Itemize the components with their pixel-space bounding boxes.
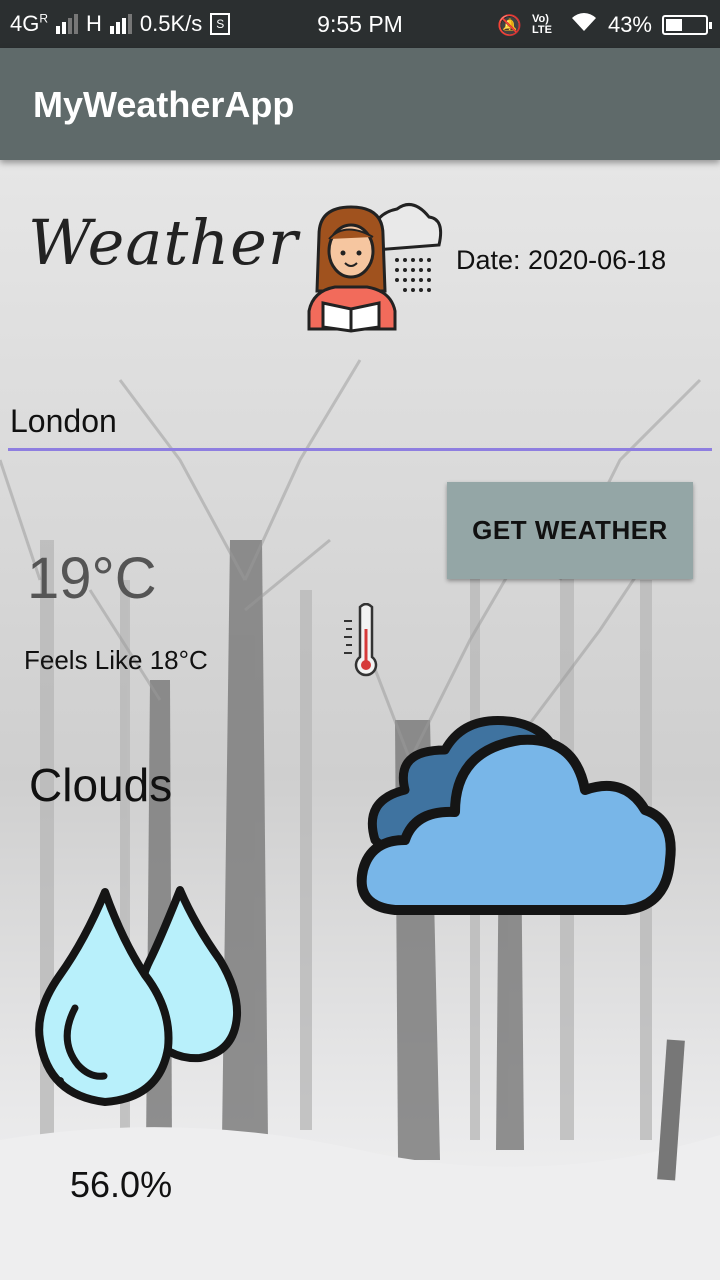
feels-like-label: Feels Like 18°C [24,645,208,675]
app-bar: MyWeatherApp [0,48,720,160]
app-title: MyWeatherApp [33,84,295,125]
battery-icon [662,15,712,35]
water-drops-icon [35,886,242,1106]
status-bar: 4GR H 0.5K/s S 9:55 PM 🔕 Vo) LTE 43% [0,0,720,48]
get-weather-button[interactable]: GET WEATHER [447,482,693,579]
wifi-icon [570,11,598,39]
city-input[interactable] [8,395,712,451]
volte-indicator: Vo) LTE [531,13,552,36]
humidity-value: 56.0% [70,1164,173,1205]
clock: 9:55 PM [317,11,403,37]
weather-heading: Weather [28,206,299,279]
clouds-icon [356,716,676,915]
battery-percent: 43% [607,12,652,37]
thermometer-icon [344,603,378,677]
mute-icon: 🔕 [497,14,522,37]
date-label: Date: 2020-06-18 [456,245,667,275]
girl-reading-rain-icon [307,203,443,333]
condition-label: Clouds [29,759,173,811]
temperature-value: 19°C [27,546,157,611]
